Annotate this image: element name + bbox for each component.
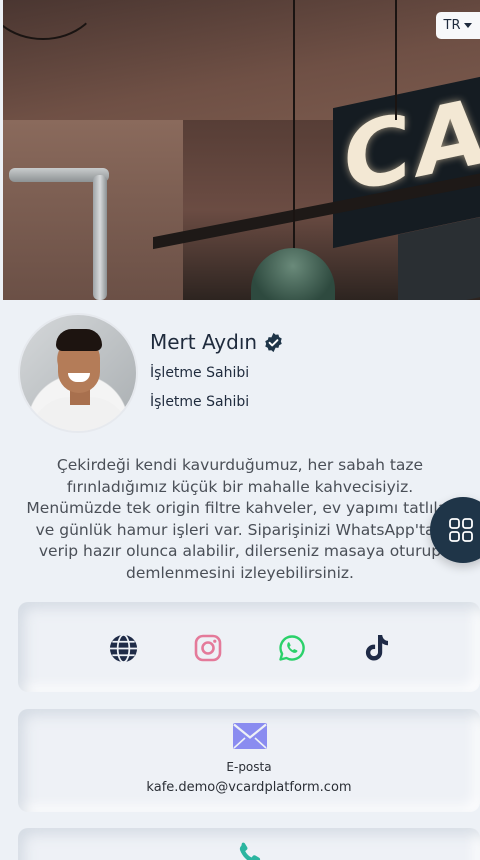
cover-lamp-wire xyxy=(293,0,295,250)
avatar xyxy=(18,313,138,433)
phone-card[interactable] xyxy=(18,828,480,860)
grid-icon xyxy=(449,518,473,542)
email-value[interactable]: kafe.demo@vcardplatform.com xyxy=(18,780,480,795)
profile-role: İşletme Sahibi xyxy=(150,365,250,381)
cover-lamp xyxy=(251,248,335,300)
email-label: E-posta xyxy=(226,760,272,774)
language-label: TR xyxy=(443,18,461,33)
email-card[interactable]: E-posta kafe.demo@vcardplatform.com xyxy=(18,709,480,812)
whatsapp-icon[interactable] xyxy=(276,632,308,664)
profile-description: Çekirdeği kendi kavurduğumuz, her sabah … xyxy=(26,456,454,582)
globe-icon[interactable] xyxy=(107,632,139,664)
verified-badge-icon xyxy=(265,332,282,352)
social-links-card xyxy=(18,602,480,692)
phone-icon xyxy=(239,842,261,860)
cover-lamp-wire xyxy=(395,0,397,120)
tiktok-icon[interactable] xyxy=(361,632,393,664)
profile-name-text: Mert Aydın xyxy=(150,330,258,354)
language-selector[interactable]: TR xyxy=(436,12,480,39)
caret-down-icon xyxy=(464,23,473,28)
profile-name: Mert Aydın xyxy=(150,330,284,354)
envelope-icon xyxy=(233,723,267,749)
instagram-icon[interactable] xyxy=(192,632,224,664)
avatar-hair xyxy=(56,329,102,351)
cover-pipe-vertical xyxy=(93,175,107,300)
cover-image: CA xyxy=(3,0,480,300)
profile-role: İşletme Sahibi xyxy=(150,394,250,410)
